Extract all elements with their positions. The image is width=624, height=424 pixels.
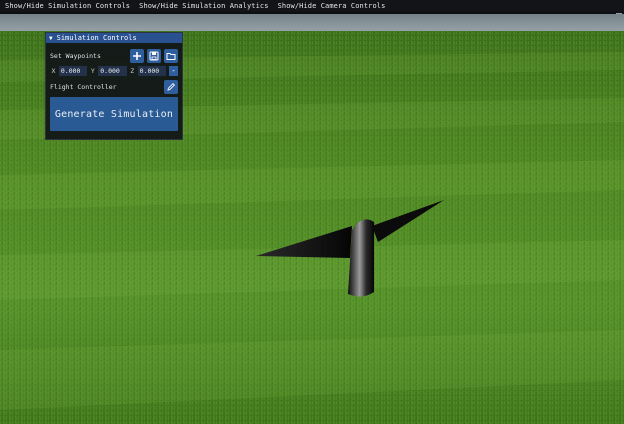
waypoints-row: Set Waypoints [50,48,178,63]
panel-title: Simulation Controls [56,34,137,42]
generate-simulation-button[interactable]: Generate Simulation [50,97,178,131]
menu-simulation-analytics[interactable]: Show/Hide Simulation Analytics [134,2,272,10]
y-input[interactable]: 0.000 [98,65,127,76]
flight-controller-row: Flight Controller [50,80,178,94]
z-input[interactable]: 0.000 [137,65,167,76]
plus-icon [133,51,141,60]
pencil-icon [167,82,176,91]
x-label: X [51,66,56,75]
generate-simulation-label: Generate Simulation [54,108,174,120]
add-waypoint-button[interactable] [130,48,144,63]
waypoints-label: Set Waypoints [50,51,101,60]
edit-flight-controller-button[interactable] [164,80,178,94]
menu-camera-controls[interactable]: Show/Hide Camera Controls [273,2,390,10]
save-icon [149,51,159,60]
remove-waypoint-button[interactable]: - [169,65,179,76]
open-waypoints-button[interactable] [164,48,178,63]
waypoint-coordinates-row: X 0.000 Y 0.000 Z 0.000 - [50,65,179,76]
window-frame [0,12,624,14]
z-label: Z [130,66,135,75]
triangle-down-icon[interactable]: ▼ [49,35,53,42]
menu-simulation-controls[interactable]: Show/Hide Simulation Controls [0,2,134,10]
y-label: Y [90,66,95,75]
menu-bar: Show/Hide Simulation Controls Show/Hide … [0,0,624,12]
x-input[interactable]: 0.000 [58,65,88,76]
save-waypoints-button[interactable] [147,48,161,63]
simulation-controls-panel: ▼ Simulation Controls Set Waypoints X 0.… [45,32,183,140]
window-corner-mark [616,13,622,17]
folder-icon [166,52,176,60]
flight-controller-label: Flight Controller [50,83,117,91]
panel-title-bar[interactable]: ▼ Simulation Controls [46,33,182,43]
